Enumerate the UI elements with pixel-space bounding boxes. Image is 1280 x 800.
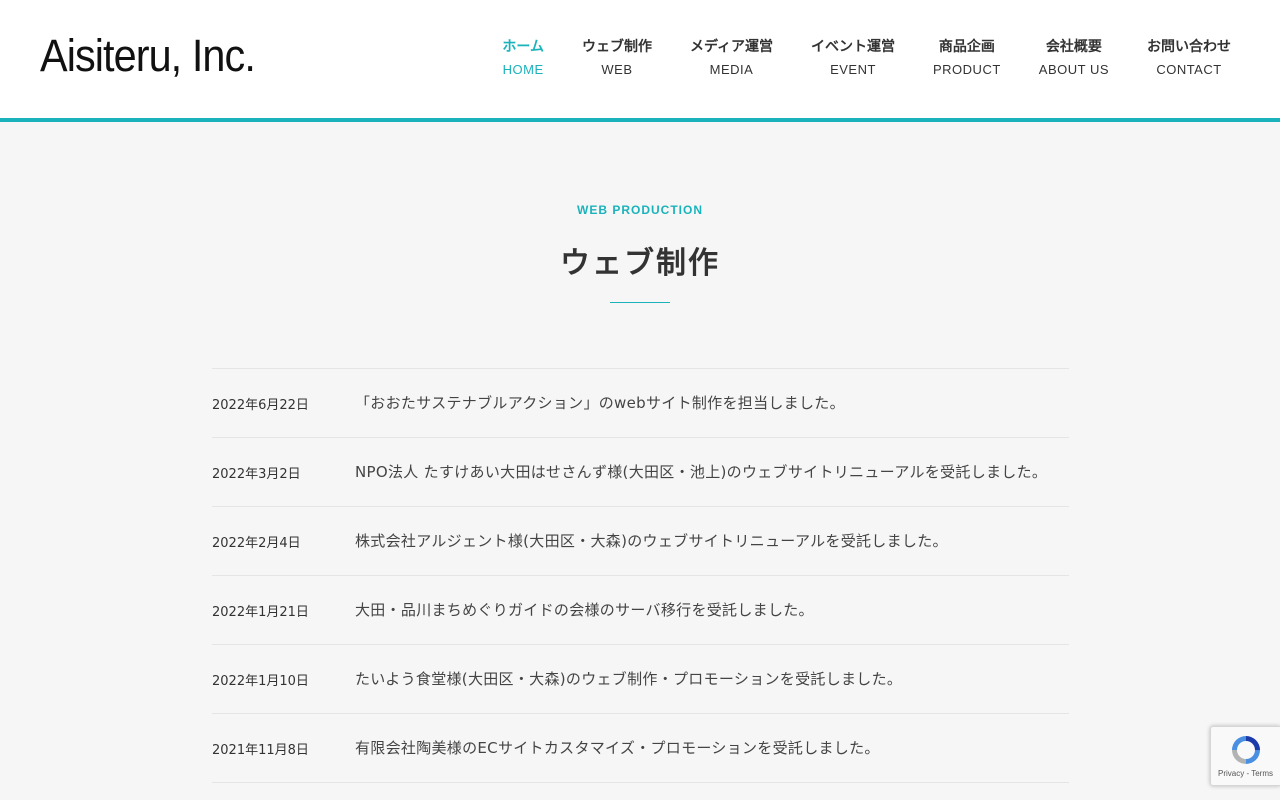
nav-item-label-en: ABOUT US	[1038, 62, 1109, 77]
nav-item-label-ja: 会社概要	[1045, 39, 1102, 55]
site-logo[interactable]: Aisiteru, Inc.	[40, 30, 256, 82]
nav-item-about[interactable]: 会社概要 ABOUT US	[1020, 38, 1128, 78]
news-item[interactable]: 2022年3月2日 NPO法人 たすけあい大田はせさんず様(大田区・池上)のウェ…	[212, 438, 1069, 507]
news-date: 2022年1月21日	[212, 604, 309, 620]
main-nav: ホーム HOME ウェブ制作 WEB メディア運営 MEDIA イベント運営 E…	[483, 38, 1250, 78]
news-date: 2022年6月22日	[212, 397, 309, 413]
title-divider	[610, 302, 670, 303]
nav-item-label-en: WEB	[601, 62, 633, 77]
recaptcha-badge[interactable]: Privacy - Terms	[1210, 726, 1280, 786]
news-item[interactable]: 2022年6月22日 「おおたサステナブルアクション」のwebサイト制作を担当し…	[212, 369, 1069, 438]
news-date: 2021年11月8日	[212, 742, 309, 758]
news-item[interactable]: 2022年1月10日 たいよう食堂様(大田区・大森)のウェブ制作・プロモーション…	[212, 645, 1069, 714]
nav-item-label-ja: イベント運営	[811, 39, 895, 55]
nav-item-label-ja: メディア運営	[689, 39, 773, 55]
nav-item-home[interactable]: ホーム HOME	[483, 38, 563, 78]
news-date: 2022年3月2日	[212, 466, 301, 482]
news-date: 2022年1月10日	[212, 673, 309, 689]
news-title[interactable]: 「おおたサステナブルアクション」のwebサイト制作を担当しました。	[355, 389, 1069, 417]
recaptcha-links[interactable]: Privacy - Terms	[1218, 769, 1273, 778]
news-date: 2022年2月4日	[212, 535, 301, 551]
nav-item-media[interactable]: メディア運営 MEDIA	[671, 38, 792, 78]
recaptcha-icon	[1231, 736, 1260, 764]
nav-item-label-en: MEDIA	[709, 62, 754, 77]
nav-item-label-ja: 商品企画	[938, 39, 995, 55]
section-label: WEB PRODUCTION	[577, 203, 703, 217]
news-item[interactable]: 2021年11月8日 有限会社陶美様のECサイトカスタマイズ・プロモーションを受…	[212, 714, 1069, 783]
news-item[interactable]: 2022年2月4日 株式会社アルジェント様(大田区・大森)のウェブサイトリニュー…	[212, 507, 1069, 576]
news-title[interactable]: たいよう食堂様(大田区・大森)のウェブ制作・プロモーションを受託しました。	[355, 665, 1069, 693]
news-item[interactable]: 2022年1月21日 大田・品川まちめぐりガイドの会様のサーバ移行を受託しました…	[212, 576, 1069, 645]
news-title[interactable]: 株式会社アルジェント様(大田区・大森)のウェブサイトリニューアルを受託しました。	[355, 527, 1069, 555]
nav-item-label-en: HOME	[502, 62, 544, 77]
nav-item-label-ja: お問い合わせ	[1147, 39, 1231, 55]
nav-item-label-en: CONTACT	[1156, 62, 1222, 77]
page-title: ウェブ制作	[560, 246, 720, 281]
nav-item-label-en: PRODUCT	[933, 62, 1001, 77]
nav-item-product[interactable]: 商品企画 PRODUCT	[914, 38, 1020, 78]
nav-item-event[interactable]: イベント運営 EVENT	[792, 38, 914, 78]
nav-item-label-ja: ホーム	[502, 39, 544, 55]
news-title[interactable]: 有限会社陶美様のECサイトカスタマイズ・プロモーションを受託しました。	[355, 734, 1069, 762]
news-title[interactable]: NPO法人 たすけあい大田はせさんず様(大田区・池上)のウェブサイトリニューアル…	[355, 458, 1069, 486]
nav-item-label-ja: ウェブ制作	[581, 39, 652, 55]
nav-item-contact[interactable]: お問い合わせ CONTACT	[1128, 38, 1250, 78]
nav-item-label-en: EVENT	[830, 62, 876, 77]
news-title[interactable]: 大田・品川まちめぐりガイドの会様のサーバ移行を受託しました。	[355, 596, 1069, 624]
news-list: 2022年6月22日 「おおたサステナブルアクション」のwebサイト制作を担当し…	[212, 368, 1069, 783]
site-header: Aisiteru, Inc. ホーム HOME ウェブ制作 WEB メディア運営…	[0, 0, 1280, 122]
nav-item-web[interactable]: ウェブ制作 WEB	[563, 38, 671, 78]
